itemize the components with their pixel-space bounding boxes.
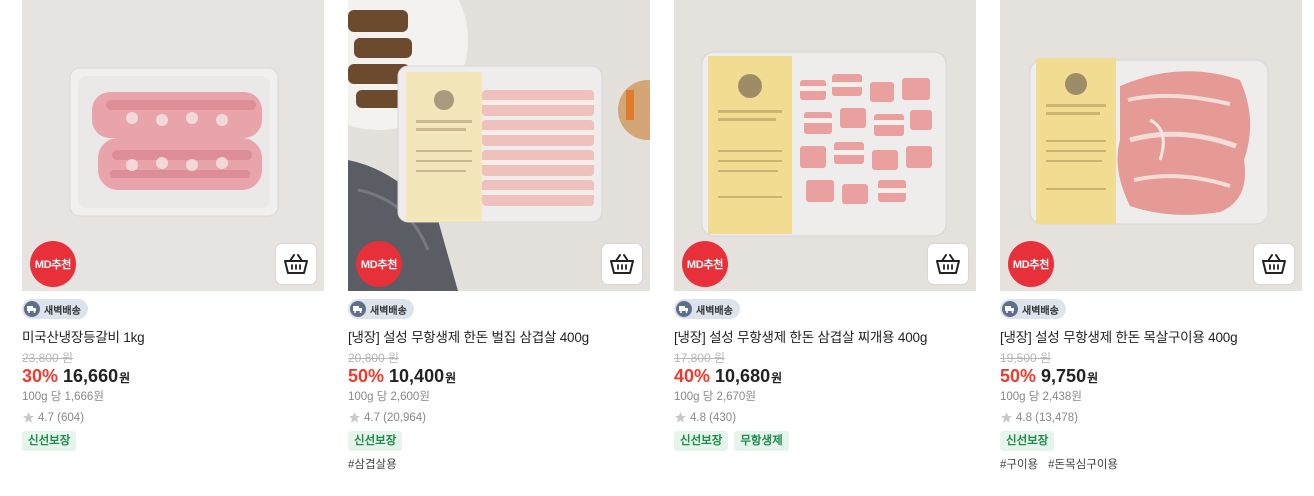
product-name[interactable]: 미국산냉장등갈비 1kg [22,326,324,345]
rating-text: 4.7 (20,964) [364,411,427,424]
md-recommend-badge: MD추천 [30,241,76,287]
original-price: 23,800 원 [22,351,74,365]
unit-price: 100g 당 1,666원 [22,391,104,403]
basket-icon [936,254,960,274]
product-card[interactable]: MD추천 새벽배송 미국산냉장등갈비 1kg 23,800 원 30% 16,6… [22,0,324,451]
tag-antibiotic-free: 무항생제 [734,431,789,451]
delivery-label: 새벽배송 [370,305,407,317]
discount-rate: 50% [348,366,385,386]
star-icon [349,412,360,423]
tag-fresh-guarantee: 신선보장 [348,431,403,451]
dawn-delivery-badge: 새벽배송 [674,299,740,319]
dawn-delivery-badge: 새벽배송 [348,299,414,319]
product-image[interactable]: MD추천 [674,0,976,291]
basket-icon [610,254,634,274]
unit-price: 100g 당 2,670원 [674,391,756,403]
hashtag[interactable]: #구이용 [1000,456,1038,472]
rating-text: 4.7 (604) [38,411,85,424]
original-price: 20,800 원 [348,351,400,365]
product-card[interactable]: MD추천 새벽배송 [냉장] 설성 무항생제 한돈 삼겹살 찌개용 400g 1… [674,0,976,451]
discount-rate: 40% [674,366,711,386]
md-recommend-badge: MD추천 [356,241,402,287]
product-name[interactable]: [냉장] 설성 무항생제 한돈 삼겹살 찌개용 400g [674,326,976,345]
tag-fresh-guarantee: 신선보장 [1000,431,1055,451]
currency-unit: 원 [119,371,131,385]
unit-price: 100g 당 2,600원 [348,391,430,403]
currency-unit: 원 [771,371,783,385]
hashtag[interactable]: #돈목심구이용 [1048,456,1118,472]
basket-icon [1262,254,1286,274]
rating: 4.8 (13,478) [1000,410,1302,425]
product-name[interactable]: [냉장] 설성 무항생제 한돈 목살구이용 400g [1000,326,1302,345]
product-card[interactable]: MD추천 새벽배송 [냉장] 설성 무항생제 한돈 목살구이용 400g 19,… [1000,0,1302,472]
discount-rate: 30% [22,366,59,386]
rating-text: 4.8 (430) [690,411,737,424]
sale-price: 16,660 [63,366,119,386]
star-icon [23,412,34,423]
hashtag[interactable]: #삼겹살용 [348,456,397,472]
delivery-label: 새벽배송 [1022,305,1059,317]
rating: 4.7 (20,964) [348,410,650,425]
delivery-label: 새벽배송 [696,305,733,317]
add-to-cart-button[interactable] [602,244,642,284]
tag-fresh-guarantee: 신선보장 [22,431,77,451]
truck-icon [24,301,40,317]
add-to-cart-button[interactable] [928,244,968,284]
star-icon [1001,412,1012,423]
dawn-delivery-badge: 새벽배송 [22,299,88,319]
rating: 4.8 (430) [674,410,976,425]
sale-price: 10,400 [389,366,445,386]
discount-rate: 50% [1000,366,1037,386]
original-price: 19,500 원 [1000,351,1052,365]
product-name[interactable]: [냉장] 설성 무항생제 한돈 벌집 삼겹살 400g [348,326,650,345]
dawn-delivery-badge: 새벽배송 [1000,299,1066,319]
product-image[interactable]: MD추천 [1000,0,1302,291]
sale-price: 10,680 [715,366,771,386]
md-recommend-badge: MD추천 [1008,241,1054,287]
rating: 4.7 (604) [22,410,324,425]
truck-icon [1002,301,1018,317]
sale-price: 9,750 [1041,366,1087,386]
tag-fresh-guarantee: 신선보장 [674,431,729,451]
delivery-label: 새벽배송 [44,305,81,317]
md-recommend-badge: MD추천 [682,241,728,287]
original-price: 17,800 원 [674,351,726,365]
currency-unit: 원 [1087,371,1099,385]
star-icon [675,412,686,423]
product-image[interactable]: MD추천 [348,0,650,291]
product-image[interactable]: MD추천 [22,0,324,291]
product-card[interactable]: MD추천 새벽배송 [냉장] 설성 무항생제 한돈 벌집 삼겹살 400g 20… [348,0,650,472]
basket-icon [284,254,308,274]
currency-unit: 원 [445,371,457,385]
truck-icon [676,301,692,317]
add-to-cart-button[interactable] [276,244,316,284]
rating-text: 4.8 (13,478) [1016,411,1079,424]
unit-price: 100g 당 2,438원 [1000,391,1082,403]
truck-icon [350,301,366,317]
add-to-cart-button[interactable] [1254,244,1294,284]
